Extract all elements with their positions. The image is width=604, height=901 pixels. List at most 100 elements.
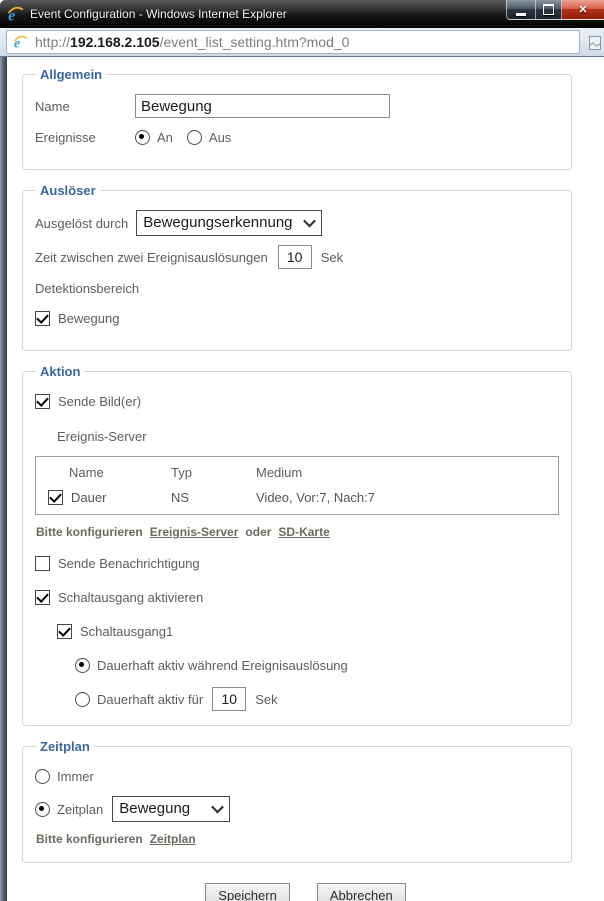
name-input[interactable] bbox=[135, 94, 390, 118]
send-notification-label: Sende Benachrichtigung bbox=[58, 556, 200, 571]
interval-label: Zeit zwischen zwei Ereignisauslösungen bbox=[35, 250, 268, 265]
active-for-unit: Sek bbox=[255, 692, 277, 707]
send-images-checkbox[interactable] bbox=[35, 394, 50, 409]
event-server-label: Ereignis-Server bbox=[57, 429, 147, 444]
url-text: http://192.168.2.105/event_list_setting.… bbox=[35, 34, 349, 50]
zeitplan-select[interactable]: Bewegung bbox=[112, 796, 230, 822]
active-during-radio[interactable] bbox=[75, 658, 90, 673]
detection-label: Detektionsbereich bbox=[35, 281, 139, 296]
section-ausloeser-legend: Auslöser bbox=[36, 183, 100, 198]
table-row: Dauer NS Video, Vor:7, Nach:7 bbox=[36, 484, 558, 514]
compatibility-view-icon[interactable] bbox=[589, 36, 601, 50]
close-button[interactable]: ✕ bbox=[562, 0, 604, 20]
section-aktion-legend: Aktion bbox=[36, 364, 84, 379]
active-during-row: Dauerhaft aktiv während Ereignisauslösun… bbox=[75, 655, 559, 676]
url-host: 192.168.2.105 bbox=[70, 34, 160, 50]
page-content: Allgemein Name Ereignisse An Aus Auslöse… bbox=[0, 57, 604, 901]
zeitplan-configure-hint: Bitte konfigurieren Zeitplan bbox=[36, 832, 559, 846]
maximize-icon bbox=[543, 4, 554, 15]
motion-checkbox-label: Bewegung bbox=[58, 311, 119, 326]
cancel-button[interactable]: Abbrechen bbox=[317, 883, 406, 901]
configure-prefix: Bitte konfigurieren bbox=[36, 525, 143, 539]
output-enable-label: Schaltausgang aktivieren bbox=[58, 590, 203, 605]
section-aktion: Aktion Sende Bild(er) Ereignis-Server Na… bbox=[22, 364, 572, 726]
window-controls: ✕ bbox=[506, 0, 604, 20]
active-for-label: Dauerhaft aktiv für bbox=[97, 692, 203, 707]
radio-aus[interactable] bbox=[187, 130, 202, 145]
minimize-icon bbox=[516, 13, 526, 16]
section-ausloeser: Auslöser Ausgelöst durch Bewegungserkenn… bbox=[22, 183, 572, 351]
col-header-medium: Medium bbox=[256, 465, 558, 480]
event-server-label-row: Ereignis-Server bbox=[57, 426, 559, 447]
zeitplan-radio[interactable] bbox=[35, 802, 50, 817]
active-for-row: Dauerhaft aktiv für Sek bbox=[75, 687, 559, 711]
triggered-by-row: Ausgelöst durch Bewegungserkennung bbox=[35, 210, 559, 236]
url-path: /event_list_setting.htm?mod_0 bbox=[160, 34, 350, 50]
sd-card-link[interactable]: SD-Karte bbox=[278, 525, 329, 539]
output1-checkbox[interactable] bbox=[57, 624, 72, 639]
output-enable-checkbox[interactable] bbox=[35, 590, 50, 605]
zeitplan-select-value: Bewegung bbox=[119, 800, 190, 817]
window-frame-left bbox=[0, 57, 7, 901]
zeitplan-radio-label: Zeitplan bbox=[57, 802, 103, 817]
close-icon: ✕ bbox=[578, 3, 587, 16]
ereignisse-label: Ereignisse bbox=[35, 130, 135, 145]
ereignisse-row: Ereignisse An Aus bbox=[35, 127, 559, 148]
send-notification-row: Sende Benachrichtigung bbox=[35, 553, 559, 574]
configure-hint: Bitte konfigurieren Ereignis-Server oder… bbox=[36, 525, 559, 539]
active-for-input[interactable] bbox=[212, 687, 246, 711]
immer-row: Immer bbox=[35, 766, 559, 787]
interval-row: Zeit zwischen zwei Ereignisauslösungen S… bbox=[35, 245, 559, 269]
event-server-link[interactable]: Ereignis-Server bbox=[150, 525, 239, 539]
ie-logo-icon: e bbox=[7, 6, 24, 23]
configure-conjunction: oder bbox=[245, 525, 271, 539]
active-for-radio[interactable] bbox=[75, 692, 90, 707]
section-allgemein: Allgemein Name Ereignisse An Aus bbox=[22, 67, 572, 170]
server-medium: Video, Vor:7, Nach:7 bbox=[256, 490, 558, 505]
send-images-label: Sende Bild(er) bbox=[58, 394, 141, 409]
col-header-name: Name bbox=[36, 465, 171, 480]
button-row: Speichern Abbrechen bbox=[7, 883, 604, 901]
server-name: Dauer bbox=[71, 490, 106, 505]
window-title: Event Configuration - Windows Internet E… bbox=[30, 7, 287, 21]
send-images-row: Sende Bild(er) bbox=[35, 391, 559, 412]
radio-aus-label: Aus bbox=[209, 130, 231, 145]
detection-row: Detektionsbereich bbox=[35, 278, 559, 299]
motion-checkbox[interactable] bbox=[35, 311, 50, 326]
form-content: Allgemein Name Ereignisse An Aus Auslöse… bbox=[7, 57, 604, 901]
radio-an-label: An bbox=[157, 130, 173, 145]
name-row: Name bbox=[35, 94, 559, 118]
triggered-by-value: Bewegungserkennung bbox=[143, 214, 292, 231]
section-zeitplan-legend: Zeitplan bbox=[36, 739, 94, 754]
immer-label: Immer bbox=[57, 769, 94, 784]
active-during-label: Dauerhaft aktiv während Ereignisauslösun… bbox=[97, 658, 348, 673]
output1-label: Schaltausgang1 bbox=[80, 624, 173, 639]
motion-checkbox-row: Bewegung bbox=[35, 308, 559, 329]
table-header-row: Name Typ Medium bbox=[36, 457, 558, 484]
address-input[interactable]: e http://192.168.2.105/event_list_settin… bbox=[6, 30, 580, 54]
section-allgemein-legend: Allgemein bbox=[36, 67, 106, 82]
section-zeitplan: Zeitplan Immer Zeitplan Bewegung Bitte k… bbox=[22, 739, 572, 863]
triggered-by-select[interactable]: Bewegungserkennung bbox=[136, 210, 321, 236]
event-server-table: Name Typ Medium Dauer NS Video, Vor:7, N… bbox=[35, 456, 559, 515]
ie-favicon-icon: e bbox=[13, 35, 28, 50]
interval-input[interactable] bbox=[278, 245, 312, 269]
save-button[interactable]: Speichern bbox=[205, 883, 290, 901]
url-scheme: http:// bbox=[35, 34, 70, 50]
address-bar: e http://192.168.2.105/event_list_settin… bbox=[0, 28, 604, 57]
minimize-button[interactable] bbox=[506, 0, 536, 20]
zeitplan-row: Zeitplan Bewegung bbox=[35, 796, 559, 822]
zeitplan-link[interactable]: Zeitplan bbox=[150, 832, 196, 846]
interval-unit: Sek bbox=[321, 250, 343, 265]
chevron-down-icon bbox=[211, 801, 224, 814]
radio-an[interactable] bbox=[135, 130, 150, 145]
maximize-button[interactable] bbox=[536, 0, 562, 20]
col-header-typ: Typ bbox=[171, 465, 256, 480]
triggered-by-label: Ausgelöst durch bbox=[35, 216, 128, 231]
output1-row: Schaltausgang1 bbox=[57, 621, 559, 642]
server-dauer-checkbox[interactable] bbox=[48, 490, 63, 505]
send-notification-checkbox[interactable] bbox=[35, 556, 50, 571]
server-typ: NS bbox=[171, 490, 256, 505]
title-bar[interactable]: e Event Configuration - Windows Internet… bbox=[0, 0, 604, 28]
immer-radio[interactable] bbox=[35, 769, 50, 784]
